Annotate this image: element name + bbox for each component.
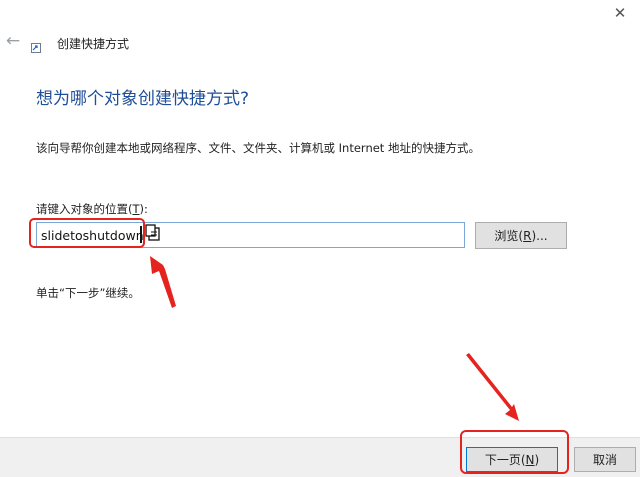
window-title: 创建快捷方式 (57, 37, 130, 51)
location-label-prefix: 请键入对象的位置( (36, 202, 133, 216)
back-button[interactable]: ← (2, 30, 24, 52)
back-arrow-icon: ← (5, 31, 21, 51)
browse-button[interactable]: 浏览(R)... (475, 222, 567, 249)
close-button[interactable]: ✕ (600, 0, 640, 26)
continue-hint: 单击“下一步”继续。 (36, 286, 140, 300)
arrow-to-input (150, 256, 176, 308)
wizard-description: 该向导帮你创建本地或网络程序、文件、文件夹、计算机或 Internet 地址的快… (36, 141, 480, 155)
highlight-box-next (460, 430, 569, 474)
highlight-box-input (29, 218, 145, 248)
close-icon: ✕ (613, 4, 627, 22)
browse-label-prefix: 浏览( (494, 229, 524, 243)
cancel-button[interactable]: 取消 (574, 447, 636, 472)
shortcut-icon (31, 38, 41, 53)
location-label-accesskey: T (132, 202, 140, 216)
wizard-heading: 想为哪个对象创建快捷方式? (36, 89, 250, 109)
copy-cursor-icon (145, 224, 161, 242)
browse-accesskey: R (523, 228, 532, 243)
arrow-to-next (466, 353, 519, 421)
browse-label-suffix: )... (531, 228, 548, 243)
location-label: 请键入对象的位置(T): (36, 201, 148, 217)
location-label-suffix: ): (139, 202, 148, 216)
